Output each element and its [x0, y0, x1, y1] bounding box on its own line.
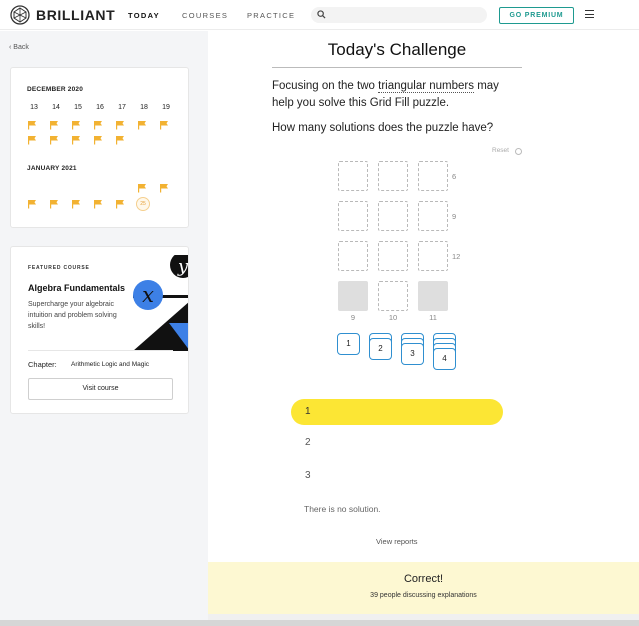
- number-tile[interactable]: 4: [433, 348, 456, 370]
- nav-courses[interactable]: COURSES: [182, 11, 228, 20]
- brilliant-logo[interactable]: BRILLIANT: [10, 5, 115, 25]
- grid-cell[interactable]: [338, 201, 368, 231]
- streak-flag-icon: [138, 121, 146, 130]
- back-link[interactable]: ‹ Back: [9, 44, 29, 51]
- grid-cell[interactable]: [338, 161, 368, 191]
- svg-text:y: y: [177, 256, 189, 277]
- discussion-link[interactable]: 39 people discussing explanations: [208, 592, 639, 599]
- top-nav-bar: BRILLIANT TODAY COURSES PRACTICE GO PREM…: [0, 0, 639, 30]
- streak-flag-icon: [72, 200, 80, 209]
- streak-flag-icon: [160, 184, 168, 193]
- day-header: 16: [96, 104, 104, 111]
- answer-option[interactable]: 3: [291, 463, 503, 489]
- grid-cell[interactable]: [418, 161, 448, 191]
- day-header: 18: [140, 104, 148, 111]
- streak-flag-icon: [28, 136, 36, 145]
- featured-course-description: Supercharge your algebraic intuition and…: [28, 301, 117, 330]
- streak-calendar: DECEMBER 2020 JANUARY 2021 13 14 15 16 1…: [10, 67, 189, 228]
- grid-cell[interactable]: [378, 281, 408, 311]
- problem-statement: Focusing on the two triangular numbers m…: [272, 78, 522, 112]
- grid-cell[interactable]: [378, 161, 408, 191]
- page-title: Today's Challenge: [327, 40, 467, 59]
- streak-flag-icon: [94, 200, 102, 209]
- triangular-numbers-link[interactable]: triangular numbers: [378, 80, 475, 93]
- hamburger-menu-icon[interactable]: [585, 10, 594, 21]
- result-banner: Correct! 39 people discussing explanatio…: [208, 562, 639, 614]
- answer-option-selected[interactable]: 1: [291, 399, 503, 425]
- svg-text:x: x: [142, 283, 154, 307]
- prompt-text: Focusing on the two: [272, 80, 379, 92]
- day-header: 13: [30, 104, 38, 111]
- featured-course-title[interactable]: Algebra Fundamentals: [28, 283, 125, 293]
- column-sum-label: 10: [388, 313, 398, 322]
- result-title: Correct!: [403, 573, 444, 585]
- sidebar: ‹ Back DECEMBER 2020 JANUARY 2021 13 14 …: [0, 31, 208, 626]
- back-label: Back: [13, 44, 29, 51]
- reset-icon[interactable]: [515, 148, 522, 155]
- answer-option[interactable]: There is no solution.: [304, 504, 381, 514]
- question-text: How many solutions does the puzzle have?: [272, 122, 494, 134]
- search-input[interactable]: [311, 7, 487, 23]
- day-header: 17: [118, 104, 126, 111]
- day-header: 19: [162, 104, 170, 111]
- search-icon: [317, 10, 326, 19]
- streak-flag-icon: [116, 200, 124, 209]
- day-header: 15: [74, 104, 82, 111]
- featured-course-card: FEATURED COURSE Algebra Fundamentals Sup…: [10, 246, 189, 414]
- streak-flag-icon: [116, 136, 124, 145]
- row-sum-label: 12: [452, 252, 461, 261]
- brand-name: BRILLIANT: [36, 7, 116, 23]
- blocked-cell: [338, 281, 368, 311]
- row-sum-label: 6: [452, 172, 457, 181]
- view-reports-link[interactable]: View reports: [376, 537, 418, 546]
- nav-practice[interactable]: PRACTICE: [247, 11, 295, 20]
- grid-cell[interactable]: [418, 201, 448, 231]
- column-sum-label: 11: [429, 313, 437, 322]
- grid-cell[interactable]: [338, 241, 368, 271]
- streak-flag-icon: [116, 121, 124, 130]
- brilliant-logo-icon: [10, 5, 30, 25]
- streak-flag-icon: [50, 200, 58, 209]
- streak-flag-icon: [94, 136, 102, 145]
- grid-cell[interactable]: [378, 241, 408, 271]
- horizontal-scrollbar[interactable]: [0, 620, 639, 626]
- streak-flag-icon: [94, 121, 102, 130]
- answer-option[interactable]: 2: [291, 430, 503, 456]
- divider: [272, 67, 522, 68]
- chapter-name: Arithmetic Logic and Magic: [71, 361, 150, 368]
- algebra-course-illustration: x y: [133, 255, 189, 351]
- number-tile[interactable]: 2: [369, 338, 392, 360]
- streak-flag-icon: [160, 121, 168, 130]
- go-premium-button[interactable]: GO PREMIUM: [499, 7, 574, 24]
- streak-flag-icon: [28, 121, 36, 130]
- row-sum-label: 9: [452, 212, 457, 221]
- streak-flag-icon: [28, 200, 36, 209]
- visit-course-button[interactable]: Visit course: [28, 378, 173, 400]
- calendar-month-january: JANUARY 2021: [27, 165, 77, 172]
- today-marker[interactable]: 25: [136, 197, 150, 211]
- streak-flag-icon: [72, 121, 80, 130]
- number-tile[interactable]: 1: [337, 333, 360, 355]
- calendar-month-december: DECEMBER 2020: [27, 86, 84, 93]
- streak-flag-icon: [50, 136, 58, 145]
- day-header: 14: [52, 104, 60, 111]
- divider: [28, 350, 173, 351]
- blocked-cell: [418, 281, 448, 311]
- chapter-label: Chapter:: [28, 360, 57, 369]
- streak-flag-icon: [50, 121, 58, 130]
- streak-flag-icon: [138, 184, 146, 193]
- streak-flag-icon: [72, 136, 80, 145]
- column-sum-label: 9: [350, 313, 356, 322]
- featured-course-label: FEATURED COURSE: [28, 265, 90, 271]
- nav-today[interactable]: TODAY: [128, 11, 160, 20]
- number-tile[interactable]: 3: [401, 343, 424, 365]
- grid-cell[interactable]: [418, 241, 448, 271]
- grid-cell[interactable]: [378, 201, 408, 231]
- reset-button[interactable]: Reset: [492, 147, 509, 154]
